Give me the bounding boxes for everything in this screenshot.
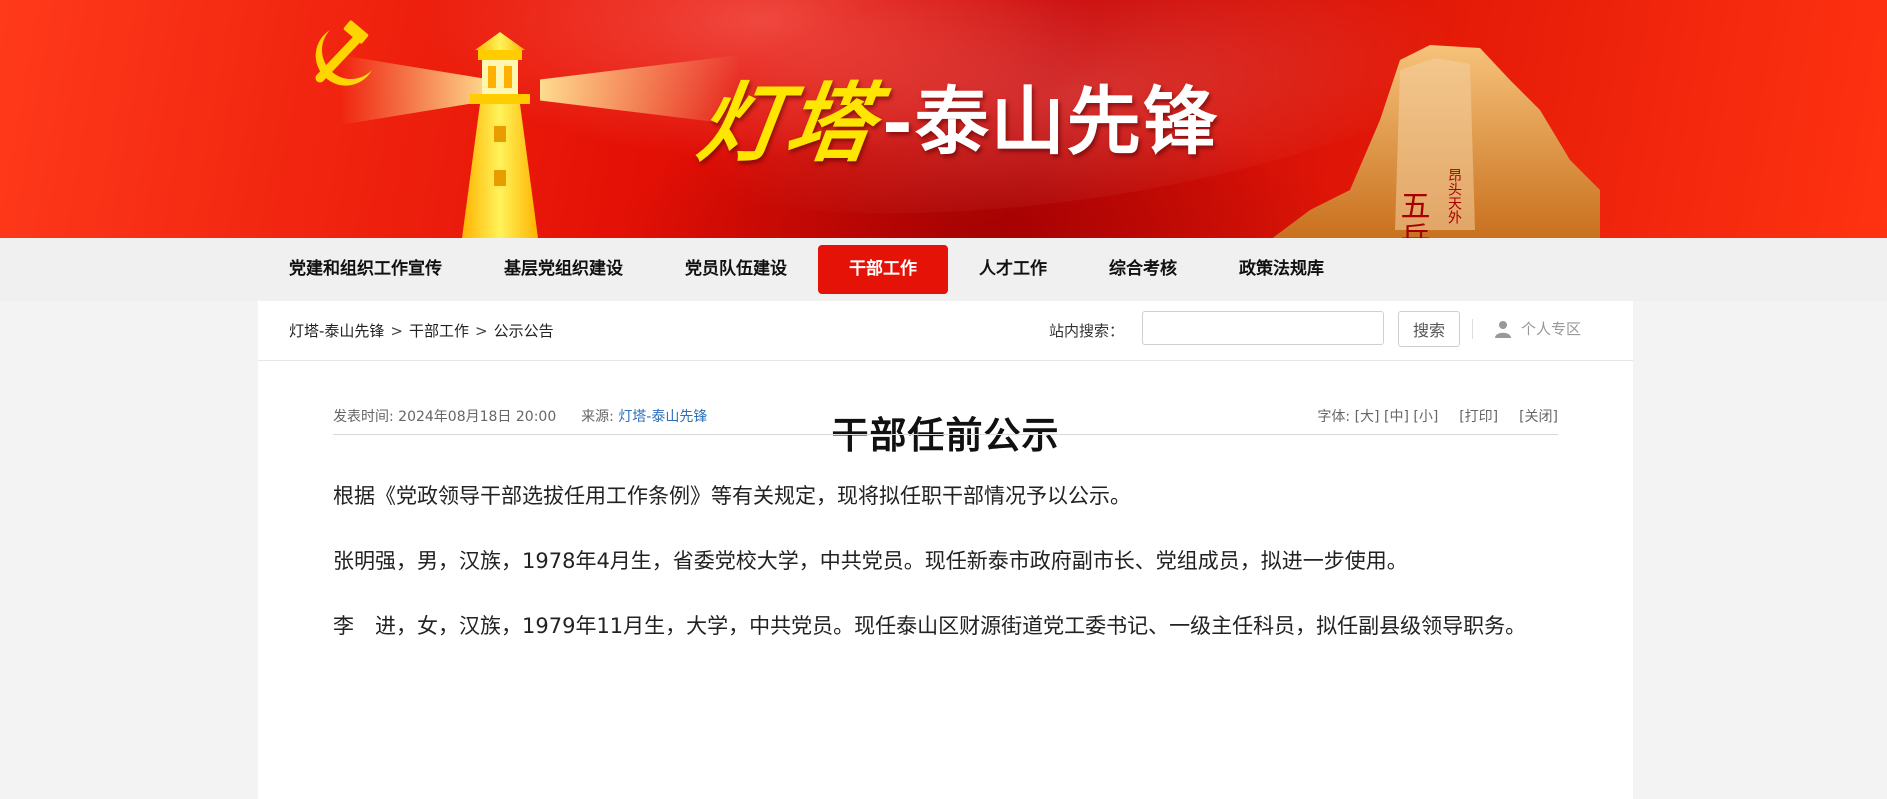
banner-title: 灯塔 -泰山先锋	[692, 60, 1219, 174]
search-button[interactable]: 搜索	[1398, 311, 1460, 347]
breadcrumb-separator: >	[390, 322, 403, 340]
font-small-button[interactable]: [小]	[1413, 409, 1438, 425]
site-banner: 灯塔 -泰山先锋 五岳独尊 昂头天外	[0, 0, 1887, 238]
personal-area-link[interactable]: 个人专区	[1494, 318, 1581, 339]
user-icon	[1495, 320, 1511, 338]
nav-item-grassroots[interactable]: 基层党组织建设	[473, 245, 654, 294]
article-meta: 发表时间: 2024年08月18日 20:00 来源: 灯塔-泰山先锋 字体: …	[333, 399, 1558, 435]
print-button[interactable]: [打印]	[1459, 409, 1498, 425]
breadcrumb: 灯塔-泰山先锋 > 干部工作 > 公示公告	[289, 320, 554, 341]
banner-title-taishan: -泰山先锋	[882, 78, 1219, 165]
divider	[1472, 319, 1473, 339]
publish-time-label: 发表时间:	[333, 409, 394, 425]
breadcrumb-home[interactable]: 灯塔-泰山先锋	[289, 322, 384, 340]
nav-items: 党建和组织工作宣传 基层党组织建设 党员队伍建设 干部工作 人才工作 综合考核 …	[258, 245, 1355, 294]
banner-title-lighthouse: 灯塔	[691, 72, 882, 174]
article-meta-left: 发表时间: 2024年08月18日 20:00 来源: 灯塔-泰山先锋	[333, 406, 707, 426]
personal-area-label: 个人专区	[1521, 320, 1582, 338]
nav-item-cadre-work[interactable]: 干部工作	[818, 245, 948, 294]
article-body: 根据《党政领导干部选拔任用工作条例》等有关规定，现将拟任职干部情况予以公示。 张…	[289, 476, 1559, 671]
search-input[interactable]	[1142, 311, 1384, 345]
lighthouse-icon	[462, 32, 538, 238]
publish-time: 2024年08月18日 20:00	[398, 409, 557, 425]
font-medium-button[interactable]: [中]	[1384, 409, 1409, 425]
source-label: 来源:	[581, 409, 614, 425]
taishan-rock-image: 五岳独尊 昂头天外	[1272, 45, 1600, 238]
breadcrumb-cadre-work[interactable]: 干部工作	[409, 322, 469, 340]
breadcrumb-separator: >	[475, 322, 488, 340]
content-panel: 灯塔-泰山先锋 > 干部工作 > 公示公告 站内搜索： 搜索 个人专区 干部任前公示 发…	[258, 301, 1633, 799]
search-label: 站内搜索：	[1049, 322, 1125, 340]
rock-inscription-side: 昂头天外	[1446, 168, 1462, 224]
font-size-label: 字体:	[1317, 409, 1351, 425]
source-link[interactable]: 灯塔-泰山先锋	[618, 409, 707, 425]
article-tools: 字体: [大] [中] [小] [打印] [关闭]	[1317, 406, 1558, 426]
breadcrumb-announcements[interactable]: 公示公告	[494, 322, 554, 340]
font-large-button[interactable]: [大]	[1355, 409, 1380, 425]
nav-item-assessment[interactable]: 综合考核	[1078, 245, 1208, 294]
article-paragraph: 根据《党政领导干部选拔任用工作条例》等有关规定，现将拟任职干部情况予以公示。	[333, 484, 1131, 508]
nav-item-party-propaganda[interactable]: 党建和组织工作宣传	[258, 245, 473, 294]
nav-item-talent[interactable]: 人才工作	[948, 245, 1078, 294]
main-nav: 党建和组织工作宣传 基层党组织建设 党员队伍建设 干部工作 人才工作 综合考核 …	[0, 238, 1887, 301]
rock-inscription-main: 五岳独尊	[1395, 190, 1430, 238]
close-button[interactable]: [关闭]	[1519, 409, 1558, 425]
article-paragraph: 张明强，男，汉族，1978年4月生，省委党校大学，中共党员。现任新泰市政府副市长…	[333, 549, 1408, 573]
nav-item-member-team[interactable]: 党员队伍建设	[654, 245, 818, 294]
toolbar: 灯塔-泰山先锋 > 干部工作 > 公示公告 站内搜索： 搜索 个人专区	[258, 301, 1633, 361]
article-paragraph: 李 进，女，汉族，1979年11月生，大学，中共党员。现任泰山区财源街道党工委书…	[333, 614, 1527, 638]
nav-item-policy-library[interactable]: 政策法规库	[1208, 245, 1355, 294]
